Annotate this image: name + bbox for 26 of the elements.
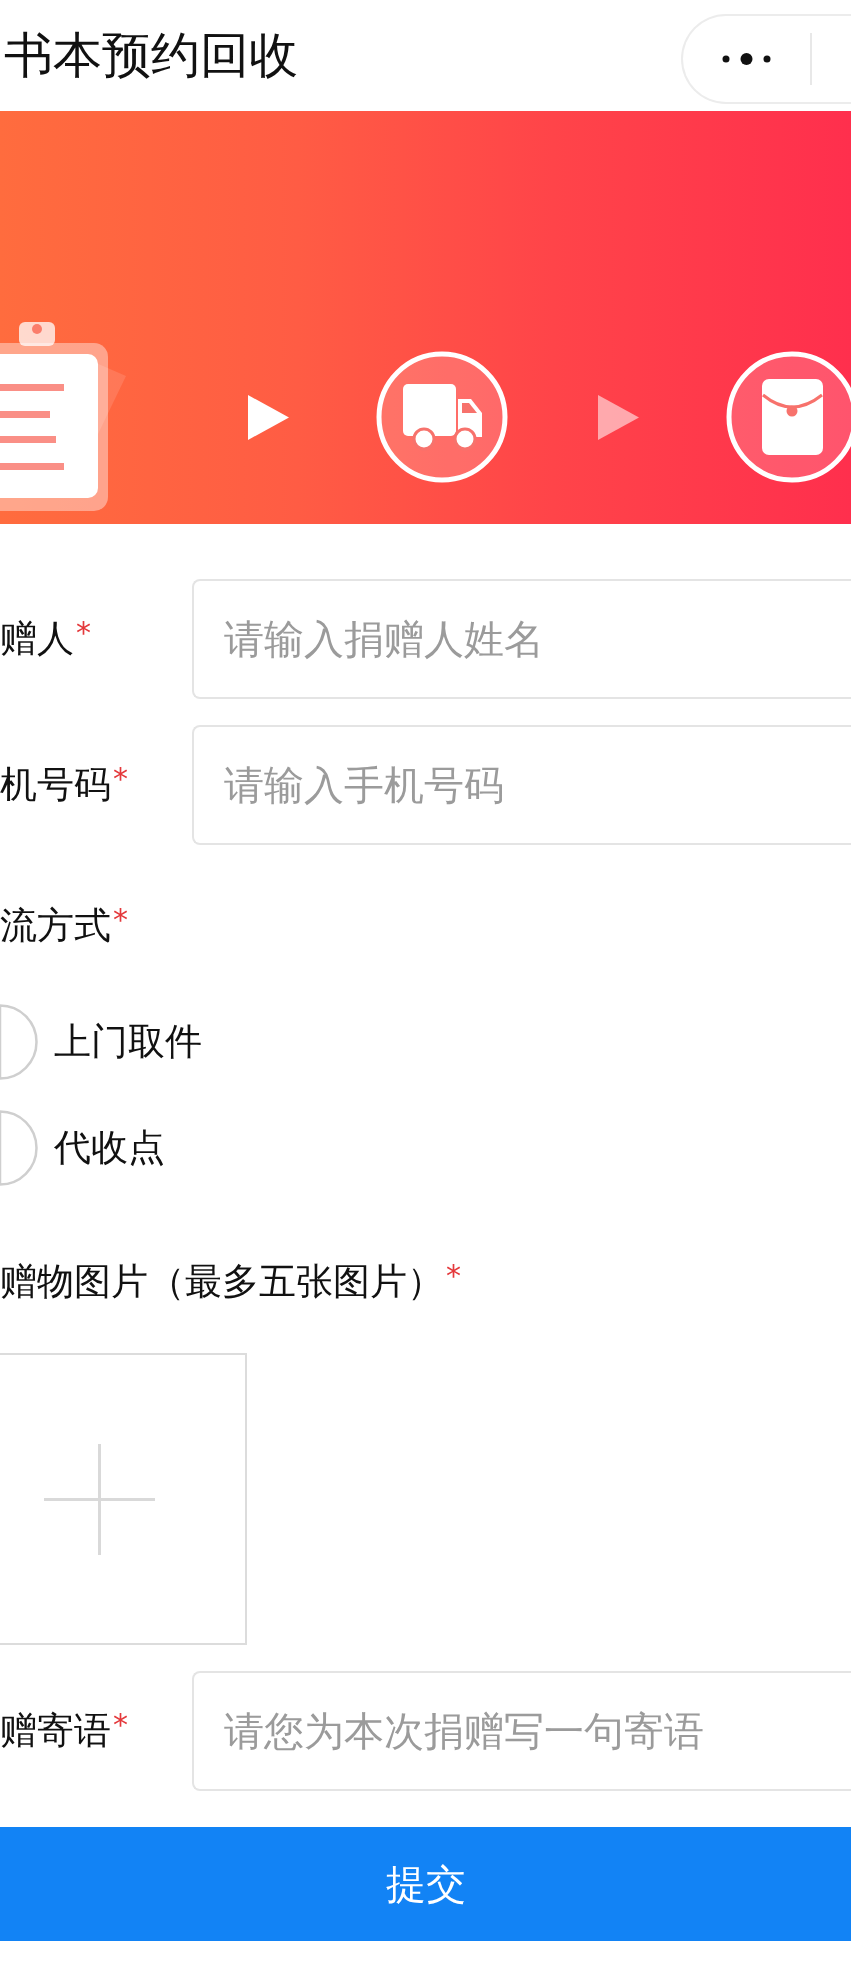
radio-button[interactable] [0,1004,38,1080]
required-mark: * [113,905,128,935]
option-label[interactable]: 上门取件 [54,1017,202,1067]
field-label: 赠人 [0,616,74,662]
field-label: 机号码 [0,762,111,808]
text-field[interactable]: 请输入捐赠人姓名 [192,579,851,699]
arrow-right-icon [598,395,639,440]
submit-button[interactable]: 提交 [0,1827,851,1941]
required-mark: * [113,1710,128,1740]
required-mark: * [446,1261,461,1291]
envelope-icon [726,351,851,483]
field-label: 流方式 [0,903,111,949]
text-field[interactable]: 请您为本次捐赠写一句寄语 [192,1671,851,1791]
page-title: 书本预约回收 [4,25,298,86]
text-field[interactable]: 请输入手机号码 [192,725,851,845]
radio-button[interactable] [0,1110,38,1186]
plus-icon [44,1443,155,1555]
option-label[interactable]: 代收点 [54,1123,165,1173]
more-icon[interactable] [722,52,771,65]
truck-icon [376,351,508,483]
upload-box[interactable] [0,1353,247,1645]
arrow-right-icon [248,395,289,440]
field-label: 赠物图片（最多五张图片） [0,1259,444,1305]
required-mark: * [113,764,128,794]
field-label: 赠寄语 [0,1708,111,1754]
required-mark: * [76,618,91,648]
